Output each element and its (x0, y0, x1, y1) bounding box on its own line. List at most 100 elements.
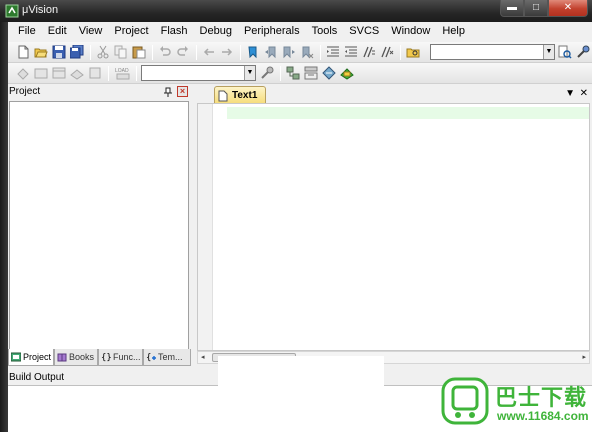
toolbar-separator (240, 45, 241, 60)
redo-icon[interactable] (176, 45, 190, 59)
build-toolbar: LOAD ▼ (8, 63, 592, 84)
toolbar-separator (320, 45, 321, 60)
next-bookmark-icon[interactable] (282, 45, 296, 59)
file-extensions-icon[interactable] (286, 66, 300, 80)
menu-project[interactable]: Project (108, 22, 154, 41)
save-all-icon[interactable] (70, 45, 84, 59)
pin-icon[interactable] (163, 87, 173, 97)
undo-icon[interactable] (158, 45, 172, 59)
navigate-forward-icon[interactable] (220, 45, 234, 59)
current-line-highlight (227, 107, 589, 119)
tab-list-arrow-icon[interactable]: ▼ (565, 88, 575, 99)
toolbar-separator (280, 66, 281, 81)
build-icon[interactable] (34, 66, 48, 80)
close-button[interactable]: ✕ (548, 0, 588, 17)
project-icon (11, 352, 21, 362)
load-label: LOAD (115, 68, 129, 74)
bookmark-icon[interactable] (246, 45, 260, 59)
editor-tab-text1[interactable]: Text1 (214, 86, 266, 104)
pack-installer-icon[interactable] (340, 66, 354, 80)
blank-overlay (218, 356, 384, 432)
templates-icon: { (146, 353, 156, 362)
target-combo[interactable]: ▼ (141, 65, 256, 81)
editor-close-icon[interactable]: ✕ (580, 88, 588, 99)
menu-peripherals[interactable]: Peripherals (238, 22, 306, 41)
app-window: μVision ▬ □ ✕ File Edit View Project Fla… (0, 0, 592, 432)
select-packs-icon[interactable] (322, 66, 336, 80)
clear-bookmarks-icon[interactable] (300, 45, 314, 59)
editor-area: Text1 ▼ ✕ ◂ ▸ (196, 85, 592, 368)
comment-icon[interactable] (362, 45, 376, 59)
menu-view[interactable]: View (73, 22, 109, 41)
menu-file[interactable]: File (12, 22, 42, 41)
project-tree[interactable] (9, 101, 189, 351)
tab-project-label: Project (23, 352, 52, 362)
watermark: 巴士下载 www.11684.com (441, 376, 591, 432)
manage-components-icon[interactable] (304, 66, 318, 80)
dropdown-arrow-icon[interactable]: ▼ (543, 45, 554, 59)
scroll-left-icon[interactable]: ◂ (201, 352, 205, 363)
toolbar-separator (136, 66, 137, 81)
find-in-files-icon[interactable] (406, 45, 420, 59)
new-file-icon[interactable] (16, 45, 30, 59)
window-title: μVision (22, 4, 59, 16)
navigate-back-icon[interactable] (202, 45, 216, 59)
menu-svcs[interactable]: SVCS (343, 22, 385, 41)
svg-text:{: { (146, 353, 151, 362)
menu-debug[interactable]: Debug (194, 22, 238, 41)
cut-icon[interactable] (96, 45, 110, 59)
watermark-url: www.11684.com (497, 409, 589, 423)
copy-icon[interactable] (114, 45, 128, 59)
file-toolbar: ▼ (8, 42, 592, 63)
project-panel-close-button[interactable]: × (177, 86, 188, 97)
toolbar-separator (400, 45, 401, 60)
scroll-right-icon[interactable]: ▸ (582, 352, 586, 363)
save-icon[interactable] (52, 45, 66, 59)
stop-build-icon[interactable] (88, 66, 102, 80)
menu-bar: File Edit View Project Flash Debug Perip… (8, 22, 592, 41)
batch-build-icon[interactable] (70, 66, 84, 80)
window-left-edge (0, 22, 8, 432)
toolbar-separator (108, 66, 109, 81)
rebuild-icon[interactable] (52, 66, 66, 80)
menu-tools[interactable]: Tools (306, 22, 344, 41)
functions-icon: {} (101, 353, 111, 362)
tab-functions[interactable]: {} Func... (98, 349, 143, 366)
tab-templates-label: Tem... (158, 352, 183, 362)
indent-icon[interactable] (326, 45, 340, 59)
menu-edit[interactable]: Edit (42, 22, 73, 41)
minimize-button[interactable]: ▬ (500, 0, 524, 17)
tab-templates[interactable]: { Tem... (143, 349, 191, 366)
uncomment-icon[interactable] (380, 45, 394, 59)
books-icon (57, 353, 67, 362)
open-file-icon[interactable] (34, 45, 48, 59)
tab-project[interactable]: Project (8, 349, 54, 366)
toolbar-separator (152, 45, 153, 60)
configure-icon[interactable] (576, 45, 590, 59)
watermark-name: 巴士下载 (495, 385, 588, 410)
bus-logo-icon (441, 377, 489, 425)
editor-text-area[interactable] (197, 103, 590, 351)
document-icon (218, 90, 228, 101)
tab-books[interactable]: Books (54, 349, 98, 366)
editor-tab-bar: Text1 ▼ ✕ (196, 85, 592, 104)
project-panel-tabs: Project Books {} Func... { Tem... (8, 349, 191, 367)
menu-window[interactable]: Window (385, 22, 436, 41)
load-download-icon[interactable]: LOAD (114, 66, 132, 80)
menu-help[interactable]: Help (436, 22, 471, 41)
menu-flash[interactable]: Flash (155, 22, 194, 41)
find-icon[interactable] (558, 45, 572, 59)
dropdown-arrow-icon[interactable]: ▼ (244, 66, 255, 80)
unindent-icon[interactable] (344, 45, 358, 59)
uvision-app-icon (5, 4, 19, 18)
project-panel: Project × Project Books {} Func... { Tem… (8, 85, 191, 368)
project-panel-header: Project × (8, 85, 191, 100)
find-combo[interactable]: ▼ (430, 44, 555, 60)
paste-icon[interactable] (132, 45, 146, 59)
editor-gutter (198, 104, 213, 350)
maximize-button[interactable]: □ (524, 0, 548, 17)
prev-bookmark-icon[interactable] (264, 45, 278, 59)
target-options-icon[interactable] (260, 66, 274, 80)
tab-functions-label: Func... (113, 352, 141, 362)
translate-icon[interactable] (16, 66, 30, 80)
